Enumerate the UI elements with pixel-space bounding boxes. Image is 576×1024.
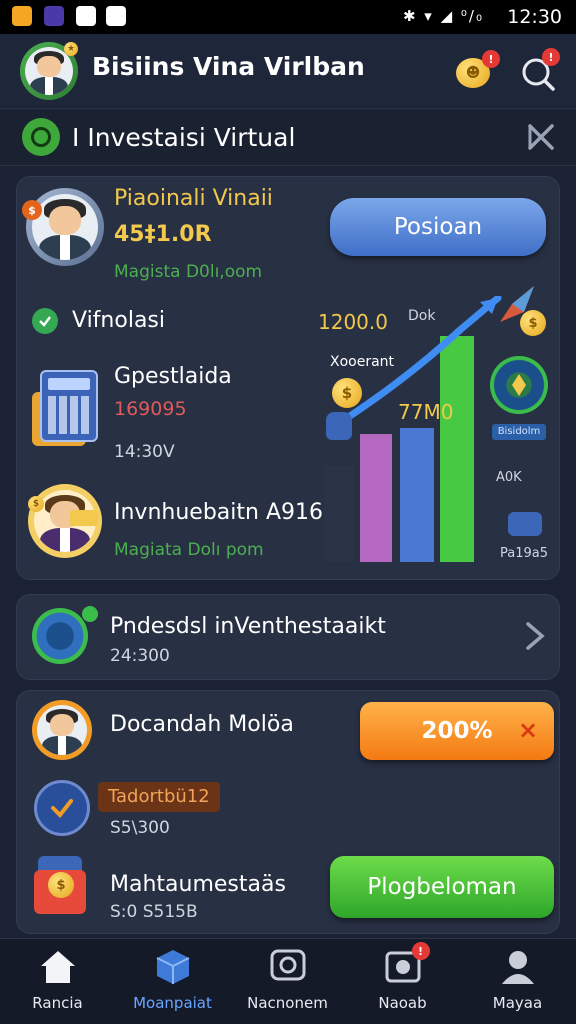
notification-app-icon xyxy=(12,6,32,26)
compass-icon xyxy=(490,356,548,414)
section-title: I Investaisi Virtual xyxy=(72,123,296,152)
verification-label: Vifnolasi xyxy=(72,308,165,333)
nav-camera-badge: ! xyxy=(411,942,430,960)
chart-small-label-2: A0K xyxy=(496,470,522,485)
avatar-star-icon: ★ xyxy=(64,42,78,56)
box-icon xyxy=(154,948,192,986)
notification-app-icon xyxy=(106,6,126,26)
notification-badge: ! xyxy=(482,50,500,68)
investor-link[interactable]: Magiata Dolı pom xyxy=(114,540,264,560)
target-icon xyxy=(32,606,98,666)
nav-home-label: Rancia xyxy=(32,994,83,1012)
chart-label: Xooerant xyxy=(330,354,395,370)
nav-home[interactable]: Rancia xyxy=(0,944,115,1020)
nav-profile-label: Mayaa xyxy=(492,994,543,1012)
position-button[interactable]: Posioan xyxy=(330,198,546,256)
close-icon[interactable]: × xyxy=(518,716,538,744)
chart-value-2: 77M0 xyxy=(398,400,454,424)
item-title: Gpestlaida xyxy=(114,364,232,389)
user-link[interactable]: Magista D0lı,oom xyxy=(114,262,262,282)
wallet-icon: $ xyxy=(34,856,94,920)
percent-button-label: 200% xyxy=(421,718,493,744)
wallet-title: Mahtaumestaäs xyxy=(110,872,286,897)
chart-small-label: Dok xyxy=(408,308,436,324)
item-time: 14:30V xyxy=(114,442,175,462)
chevron-right-icon[interactable] xyxy=(522,618,548,654)
investor-title: Invnhuebaitn A916 xyxy=(114,500,323,525)
chat-icon xyxy=(269,948,307,986)
coin-icon: $ xyxy=(520,310,546,336)
investment-icon xyxy=(22,118,60,156)
ticket-icon xyxy=(70,510,98,526)
promo-chip[interactable]: Tadortbü12 xyxy=(98,782,220,812)
coin-icon: $ xyxy=(22,200,42,220)
nav-portfolio[interactable]: Moanpaiat xyxy=(115,944,230,1020)
member-title: Docandah Molöa xyxy=(110,712,294,737)
profile-icon xyxy=(499,948,537,986)
chart-value: 1200.0 xyxy=(318,310,388,334)
promo-value: S5\300 xyxy=(110,818,170,838)
nav-camera-label: Naoab xyxy=(378,994,427,1012)
plan-button[interactable]: Plogbeloman xyxy=(330,856,554,918)
nav-messages-label: Nacnonem xyxy=(247,994,328,1012)
nav-messages[interactable]: Nacnonem xyxy=(230,944,345,1020)
home-icon xyxy=(39,948,77,986)
user-avatar[interactable] xyxy=(26,188,104,266)
hand-icon xyxy=(508,512,542,536)
member-avatar[interactable] xyxy=(32,700,92,760)
chip-badge: Bisidolm xyxy=(492,424,546,440)
calculator-icon xyxy=(32,370,100,448)
investment-row-title: Pndesdsl inVenthestaaikt xyxy=(110,614,386,639)
notification-app-icon xyxy=(44,6,64,26)
notification-app-icon xyxy=(76,6,96,26)
investment-row-value: 24:300 xyxy=(110,646,170,666)
item-value: 169095 xyxy=(114,398,187,420)
wallet-value: S:0 S515B xyxy=(110,902,198,922)
nav-portfolio-label: Moanpaiat xyxy=(133,994,212,1012)
check-icon xyxy=(32,308,58,334)
status-icons: ✱ ▾ ◢ ⁰/₀ xyxy=(402,7,484,25)
close-icon[interactable] xyxy=(524,120,558,154)
coin-icon: $ xyxy=(332,378,362,408)
user-name: Piaoinali Vinaii xyxy=(114,186,273,211)
camera-icon: ! xyxy=(384,942,430,986)
nav-camera[interactable]: ! Naoab xyxy=(345,942,460,1020)
nav-profile[interactable]: Mayaa xyxy=(460,944,575,1020)
search-button[interactable]: ! xyxy=(518,48,562,92)
search-badge: ! xyxy=(542,48,560,66)
money-bag-icon xyxy=(326,412,352,440)
coin-icon: $ xyxy=(28,496,44,512)
notifications-button[interactable]: ☻ ! xyxy=(452,50,500,94)
status-time: 12:30 xyxy=(507,6,562,28)
check-badge-icon xyxy=(34,780,90,836)
app-title: Bisiins Vina Virlban xyxy=(92,52,365,81)
chart-small-label-3: Pa19a5 xyxy=(500,546,549,561)
user-balance: 45‡1.0R xyxy=(114,222,212,247)
